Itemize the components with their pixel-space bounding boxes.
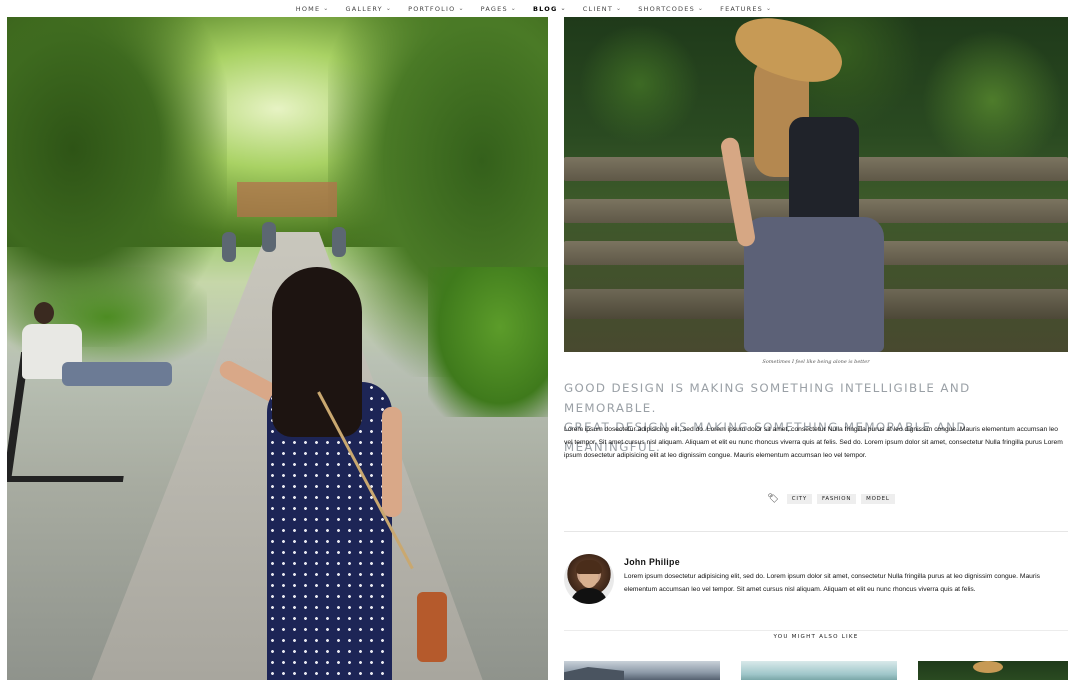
tag-model[interactable]: MODEL (861, 493, 895, 504)
woman-hair (272, 267, 362, 437)
thumbnail-hat (973, 661, 1003, 673)
man-head (34, 302, 54, 324)
related-heading-label: YOU MIGHT ALSO LIKE (765, 634, 867, 640)
feature-woman-pants (744, 217, 884, 352)
related-post-thumbnail[interactable] (918, 661, 1068, 680)
post-body: Lorem ipsum dosectetur adipisicing elit,… (564, 426, 1063, 459)
chevron-down-icon: ⌄ (510, 5, 518, 12)
nav-item-blog[interactable]: BLOG ⌄ (525, 5, 575, 13)
hero-woman (212, 267, 447, 680)
chevron-down-icon: ⌄ (458, 5, 465, 12)
author-bio: Lorem ipsum dosectetur adipisicing elit,… (624, 573, 1040, 593)
chevron-down-icon: ⌄ (323, 5, 330, 12)
distant-person (222, 232, 236, 262)
nav-item-label: CLIENT (582, 4, 613, 13)
tag-city[interactable]: CITY (786, 493, 812, 504)
section-divider (564, 531, 1068, 532)
avatar[interactable] (564, 554, 614, 604)
related-post-thumbnail[interactable] (741, 661, 897, 680)
tag-fashion[interactable]: FASHION (816, 493, 857, 504)
avatar-shirt (570, 588, 608, 604)
author-name[interactable]: John Philipe (624, 557, 680, 567)
distant-person (262, 222, 276, 252)
distant-person (332, 227, 346, 257)
feature-photo (564, 17, 1068, 352)
nav-item-label: PAGES (480, 4, 508, 13)
chevron-down-icon: ⌄ (766, 5, 773, 12)
chevron-down-icon: ⌄ (697, 5, 705, 12)
nav-item-label: FEATURES (720, 4, 763, 13)
hero-building (237, 182, 337, 217)
nav-item-shortcodes[interactable]: SHORTCODES ⌄ (630, 5, 712, 13)
nav-item-label: GALLERY (345, 4, 383, 13)
nav-item-gallery[interactable]: GALLERY ⌄ (338, 5, 401, 13)
hero-photo (7, 17, 548, 680)
tag-icon: 🏷 (767, 493, 779, 503)
hero-grass-right (428, 267, 548, 417)
woman-bag (417, 592, 447, 662)
nav-item-home[interactable]: HOME ⌄ (288, 5, 338, 13)
thumbnail-building (564, 667, 624, 680)
nav-item-client[interactable]: CLIENT ⌄ (575, 5, 630, 13)
nav-item-label: SHORTCODES (638, 4, 695, 13)
chevron-down-icon: ⌄ (385, 5, 393, 12)
avatar-hair (576, 560, 602, 574)
hero-seated-man (22, 302, 172, 412)
related-posts (564, 661, 1068, 680)
feature-woman (719, 17, 884, 352)
nav-item-label: BLOG (533, 4, 558, 13)
related-post-thumbnail[interactable] (564, 661, 720, 680)
feature-caption: Sometimes I feel like being alone is bet… (762, 359, 870, 365)
nav-item-label: PORTFOLIO (408, 4, 456, 13)
post-column: Sometimes I feel like being alone is bet… (564, 17, 1068, 680)
post-tags: 🏷 CITY FASHION MODEL (564, 493, 1068, 504)
man-legs (62, 362, 172, 386)
main-nav: HOME ⌄ GALLERY ⌄ PORTFOLIO ⌄ PAGES ⌄ BLO… (0, 0, 1068, 17)
nav-item-portfolio[interactable]: PORTFOLIO ⌄ (400, 5, 473, 13)
headline-line-1: GOOD DESIGN IS MAKING SOMETHING INTELLIG… (564, 381, 971, 415)
woman-arm-right (382, 407, 402, 517)
related-heading: YOU MIGHT ALSO LIKE (564, 625, 1068, 643)
chevron-down-icon: ⌄ (560, 5, 567, 12)
chevron-down-icon: ⌄ (616, 5, 623, 12)
nav-item-features[interactable]: FEATURES ⌄ (712, 5, 780, 13)
nav-item-label: HOME (295, 4, 321, 13)
nav-item-pages[interactable]: PAGES ⌄ (473, 5, 525, 13)
author-box: John Philipe Lorem ipsum dosectetur adip… (564, 554, 1068, 609)
